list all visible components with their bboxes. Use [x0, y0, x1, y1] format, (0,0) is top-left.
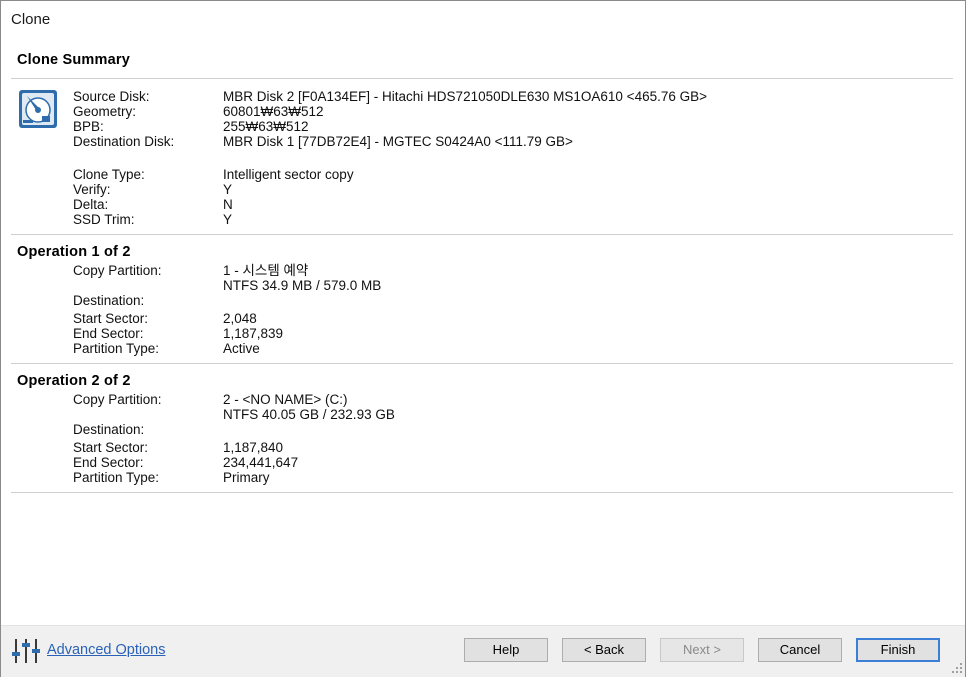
end-sector-value: 1,187,839	[223, 326, 284, 341]
destination-label: Destination:	[73, 422, 145, 437]
start-sector-value: 1,187,840	[223, 440, 284, 455]
clone-type-value: Intelligent sector copy	[223, 167, 354, 182]
delta-label: Delta:	[73, 197, 109, 212]
partition-type-value: Active	[223, 341, 260, 356]
copy-partition-value: 1 - 시스템 예약	[223, 263, 309, 278]
start-sector-label: Start Sector:	[73, 311, 149, 326]
finish-button[interactable]: Finish	[856, 638, 940, 662]
clone-type-label: Clone Type:	[73, 167, 145, 182]
divider	[11, 234, 953, 235]
divider	[11, 78, 953, 79]
window-title: Clone	[11, 11, 51, 28]
partition-type-value: Primary	[223, 470, 270, 485]
destination-disk-label: Destination Disk:	[73, 134, 175, 149]
divider	[11, 492, 953, 493]
partition-type-label: Partition Type:	[73, 470, 160, 485]
resize-grip-icon[interactable]	[952, 663, 962, 673]
operation-2-heading: Operation 2 of 2	[17, 373, 131, 389]
back-button[interactable]: < Back	[562, 638, 646, 662]
bpb-label: BPB:	[73, 119, 104, 134]
destination-disk-value: MBR Disk 1 [77DB72E4] - MGTEC S0424A0 <1…	[223, 134, 573, 149]
delta-value: N	[223, 197, 233, 212]
end-sector-value: 234,441,647	[223, 455, 299, 470]
copy-partition-value: 2 - <NO NAME> (C:)	[223, 392, 348, 407]
clone-dialog: Clone Clone Summary Source Disk: MBR Dis…	[0, 0, 966, 677]
clone-summary-heading: Clone Summary	[17, 52, 130, 68]
bpb-value: 255₩63₩512	[223, 119, 309, 134]
verify-label: Verify:	[73, 182, 111, 197]
end-sector-label: End Sector:	[73, 326, 144, 341]
disk-clone-icon	[19, 90, 57, 128]
operation-1-heading: Operation 1 of 2	[17, 244, 131, 260]
end-sector-label: End Sector:	[73, 455, 144, 470]
ssd-trim-label: SSD Trim:	[73, 212, 135, 227]
ssd-trim-value: Y	[223, 212, 233, 227]
advanced-options-link[interactable]: Advanced Options	[47, 642, 166, 658]
copy-partition-label: Copy Partition:	[73, 392, 162, 407]
source-disk-label: Source Disk:	[73, 89, 150, 104]
cancel-button[interactable]: Cancel	[758, 638, 842, 662]
copy-partition-detail: NTFS 40.05 GB / 232.93 GB	[223, 407, 395, 422]
geometry-label: Geometry:	[73, 104, 137, 119]
start-sector-label: Start Sector:	[73, 440, 149, 455]
geometry-value: 60801₩63₩512	[223, 104, 324, 119]
sliders-icon[interactable]	[11, 637, 41, 665]
destination-label: Destination:	[73, 293, 145, 308]
copy-partition-label: Copy Partition:	[73, 263, 162, 278]
copy-partition-detail: NTFS 34.9 MB / 579.0 MB	[223, 278, 382, 293]
divider	[11, 363, 953, 364]
source-disk-value: MBR Disk 2 [F0A134EF] - Hitachi HDS72105…	[223, 89, 707, 104]
start-sector-value: 2,048	[223, 311, 257, 326]
verify-value: Y	[223, 182, 233, 197]
help-button[interactable]: Help	[464, 638, 548, 662]
next-button[interactable]: Next >	[660, 638, 744, 662]
partition-type-label: Partition Type:	[73, 341, 160, 356]
